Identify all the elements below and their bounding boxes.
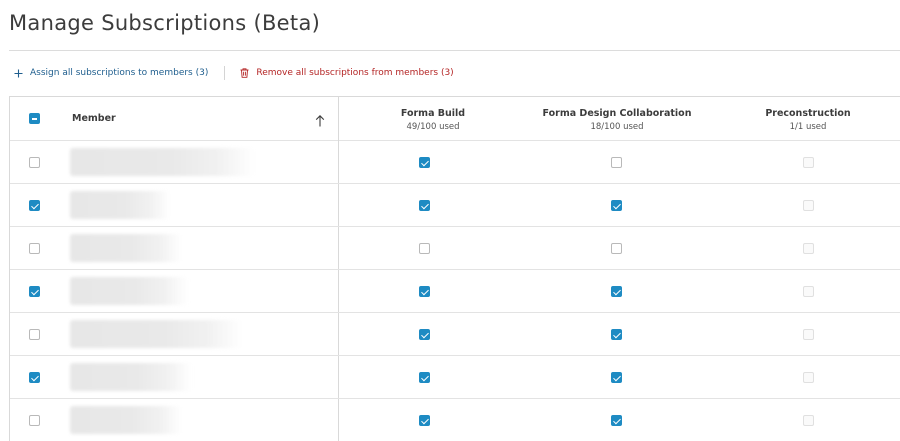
column-name: Preconstruction bbox=[765, 108, 851, 119]
subscription-checkbox[interactable] bbox=[418, 200, 430, 211]
member-name-redacted bbox=[70, 320, 242, 348]
subscriptions-table: Member Forma Build 49/100 used Forma Des… bbox=[9, 96, 900, 441]
subscription-checkbox[interactable] bbox=[418, 329, 430, 340]
subscription-checkbox bbox=[802, 415, 814, 426]
column-header-preconstruction: Preconstruction 1/1 used bbox=[718, 108, 898, 132]
subscription-checkbox[interactable] bbox=[418, 243, 430, 254]
row-select-checkbox[interactable] bbox=[29, 415, 40, 426]
remove-all-button[interactable]: Remove all subscriptions from members (3… bbox=[239, 68, 454, 78]
subscription-checkbox bbox=[802, 243, 814, 254]
sort-ascending-icon[interactable] bbox=[315, 112, 325, 127]
subscription-checkbox[interactable] bbox=[610, 415, 622, 426]
member-name-redacted bbox=[70, 277, 188, 305]
column-name: Forma Design Collaboration bbox=[542, 108, 692, 119]
subscription-checkbox bbox=[802, 157, 814, 168]
subscription-checkbox[interactable] bbox=[610, 243, 622, 254]
subscription-checkbox bbox=[802, 372, 814, 383]
table-row bbox=[10, 270, 900, 313]
row-select-checkbox[interactable] bbox=[29, 157, 40, 168]
subscription-checkbox[interactable] bbox=[610, 286, 622, 297]
subscription-checkbox[interactable] bbox=[418, 372, 430, 383]
subscription-checkbox bbox=[802, 329, 814, 340]
member-column-header[interactable]: Member bbox=[72, 113, 116, 124]
select-all-checkbox[interactable] bbox=[29, 113, 40, 124]
table-row bbox=[10, 313, 900, 356]
title-divider bbox=[9, 50, 900, 51]
table-row bbox=[10, 184, 900, 227]
member-name-redacted bbox=[70, 363, 192, 391]
column-usage: 1/1 used bbox=[789, 122, 827, 132]
assign-all-label: Assign all subscriptions to members (3) bbox=[30, 68, 209, 78]
subscription-checkbox[interactable] bbox=[418, 415, 430, 426]
trash-icon bbox=[239, 68, 249, 78]
column-usage: 18/100 used bbox=[590, 122, 644, 132]
subscription-checkbox[interactable] bbox=[418, 286, 430, 297]
member-name-redacted bbox=[70, 234, 182, 262]
plus-icon bbox=[13, 68, 23, 78]
row-select-checkbox[interactable] bbox=[29, 372, 40, 383]
subscription-checkbox[interactable] bbox=[610, 372, 622, 383]
table-header: Member Forma Build 49/100 used Forma Des… bbox=[10, 97, 900, 141]
column-header-forma-design-collaboration: Forma Design Collaboration 18/100 used bbox=[527, 108, 707, 132]
table-row bbox=[10, 227, 900, 270]
page-title: Manage Subscriptions (Beta) bbox=[9, 11, 321, 35]
column-name: Forma Build bbox=[400, 108, 466, 119]
remove-all-label: Remove all subscriptions from members (3… bbox=[256, 68, 454, 78]
member-name-redacted bbox=[70, 148, 255, 176]
row-select-checkbox[interactable] bbox=[29, 329, 40, 340]
subscription-checkbox[interactable] bbox=[610, 157, 622, 168]
row-select-checkbox[interactable] bbox=[29, 200, 40, 211]
row-select-checkbox[interactable] bbox=[29, 286, 40, 297]
member-name-redacted bbox=[70, 406, 182, 434]
actions-separator bbox=[224, 66, 226, 80]
column-header-forma-build: Forma Build 49/100 used bbox=[343, 108, 523, 132]
table-row bbox=[10, 141, 900, 184]
subscription-checkbox bbox=[802, 286, 814, 297]
column-usage: 49/100 used bbox=[406, 122, 460, 132]
subscription-checkbox bbox=[802, 200, 814, 211]
row-select-checkbox[interactable] bbox=[29, 243, 40, 254]
subscription-checkbox[interactable] bbox=[610, 200, 622, 211]
subscription-checkbox[interactable] bbox=[418, 157, 430, 168]
subscription-checkbox[interactable] bbox=[610, 329, 622, 340]
assign-all-button[interactable]: Assign all subscriptions to members (3) bbox=[13, 68, 208, 78]
table-row bbox=[10, 399, 900, 441]
bulk-actions-bar: Assign all subscriptions to members (3) … bbox=[13, 65, 454, 81]
table-row bbox=[10, 356, 900, 399]
member-name-redacted bbox=[70, 191, 170, 219]
